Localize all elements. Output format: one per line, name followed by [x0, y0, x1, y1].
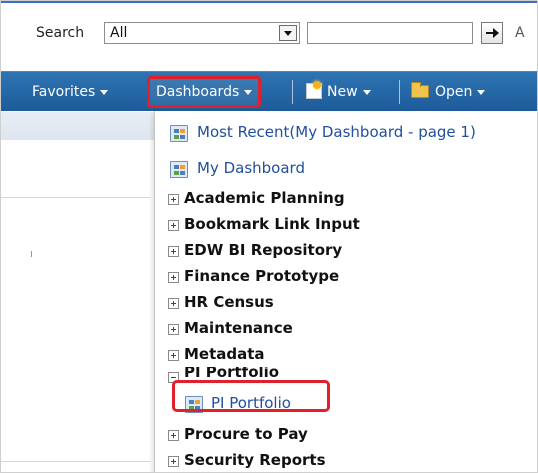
dashboards-label: Dashboards [156, 84, 240, 100]
new-label: New [327, 84, 358, 100]
caret-down-icon [477, 89, 486, 95]
open-label: Open [435, 84, 473, 100]
menu-folder-bookmark-link-input[interactable]: Bookmark Link Input [155, 215, 537, 239]
search-scope-value: All [110, 25, 128, 41]
search-label: Search [36, 25, 85, 41]
menu-item-label: My Dashboard [197, 159, 305, 177]
expand-plus-icon[interactable] [168, 220, 179, 231]
arrow-right-icon[interactable] [481, 22, 503, 44]
menu-folder-security-reports[interactable]: Security Reports [155, 451, 537, 472]
divider [1, 461, 151, 462]
favorites-menu[interactable]: Favorites [32, 72, 109, 112]
folder-label: Metadata [184, 345, 265, 363]
folder-label: Finance Prototype [184, 267, 340, 285]
expand-plus-icon[interactable] [168, 272, 179, 283]
folder-label: Bookmark Link Input [184, 215, 360, 233]
expand-plus-icon[interactable] [168, 324, 179, 335]
menu-item-label: Most Recent(My Dashboard - page 1) [197, 123, 476, 141]
menu-item-my-dashboard[interactable]: My Dashboard [155, 159, 537, 183]
new-menu[interactable]: New [306, 72, 371, 112]
folder-label: Procure to Pay [184, 425, 308, 443]
search-scope-select[interactable]: All [104, 22, 300, 44]
menu-folder-edw-bi-repository[interactable]: EDW BI Repository [155, 241, 537, 265]
folder-label: Maintenance [184, 319, 293, 337]
expand-plus-icon[interactable] [168, 246, 179, 257]
caret-down-icon [244, 89, 253, 95]
app-window: Search All A Favorites Dashboards New Op… [0, 0, 538, 473]
folder-label: Academic Planning [184, 189, 345, 207]
advanced-link[interactable]: A [515, 25, 525, 41]
folder-open-icon [411, 82, 429, 98]
divider [31, 251, 32, 257]
chevron-down-icon[interactable] [279, 25, 297, 41]
expand-plus-icon[interactable] [168, 194, 179, 205]
dashboard-icon [170, 125, 188, 142]
expand-plus-icon[interactable] [168, 430, 179, 441]
folder-label: HR Census [184, 293, 274, 311]
caret-down-icon [100, 89, 109, 95]
folder-label: Security Reports [184, 451, 326, 469]
global-header-nav: Favorites Dashboards New Open [1, 71, 537, 112]
menu-item-most-recent[interactable]: Most Recent(My Dashboard - page 1) [155, 123, 537, 147]
highlight-box [172, 380, 330, 412]
divider [1, 197, 151, 198]
search-input[interactable] [307, 22, 473, 44]
open-menu[interactable]: Open [411, 72, 486, 112]
expand-plus-icon[interactable] [168, 456, 179, 467]
dashboards-dropdown: Most Recent(My Dashboard - page 1) My Da… [154, 111, 537, 472]
search-bar: Search All A [1, 1, 537, 61]
dashboards-menu[interactable]: Dashboards [147, 76, 262, 108]
expand-plus-icon[interactable] [168, 298, 179, 309]
menu-folder-maintenance[interactable]: Maintenance [155, 319, 537, 343]
menu-folder-procure-to-pay[interactable]: Procure to Pay [155, 425, 537, 449]
menu-folder-finance-prototype[interactable]: Finance Prototype [155, 267, 537, 291]
nav-divider [399, 80, 400, 104]
expand-plus-icon[interactable] [168, 350, 179, 361]
folder-label: EDW BI Repository [184, 241, 343, 259]
menu-folder-metadata[interactable]: Metadata [155, 345, 537, 369]
caret-down-icon [362, 89, 371, 95]
dashboard-icon [170, 161, 188, 178]
nav-divider [292, 80, 293, 104]
menu-folder-hr-census[interactable]: HR Census [155, 293, 537, 317]
new-document-icon [306, 81, 322, 99]
menu-folder-academic-planning[interactable]: Academic Planning [155, 189, 537, 213]
folder-label: PI Portfolio [184, 367, 280, 381]
favorites-label: Favorites [32, 84, 96, 100]
